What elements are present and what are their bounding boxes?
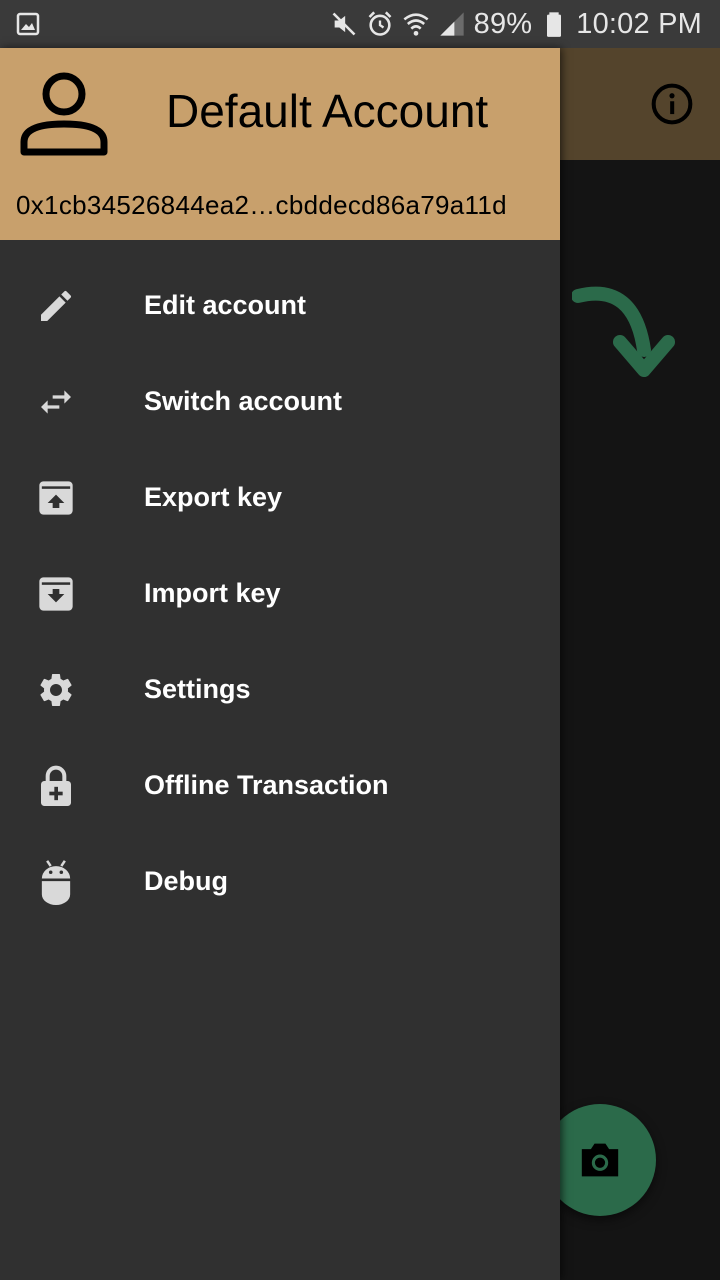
menu-item-offline-transaction[interactable]: Offline Transaction [0,738,560,834]
menu-item-debug[interactable]: Debug [0,834,560,930]
menu-item-settings[interactable]: Settings [0,642,560,738]
drawer-menu: Edit account Switch account Export key I… [0,258,560,930]
lock-plus-icon [36,765,76,806]
android-icon [36,860,76,905]
menu-item-label: Export key [144,482,283,512]
info-icon[interactable] [650,82,694,126]
camera-icon [581,1143,619,1177]
mute-icon [332,12,356,36]
camera-fab[interactable] [544,1104,656,1216]
menu-item-edit-account[interactable]: Edit account [0,258,560,354]
menu-item-label: Import key [144,578,281,608]
account-address: 0x1cb34526844ea2…cbddecd86a79a11d [16,190,507,220]
battery-icon [547,12,562,37]
menu-item-label: Debug [144,866,228,896]
clock: 10:02 PM [576,7,702,40]
status-bar: 89% 10:02 PM [0,0,720,48]
navigation-drawer: Default Account 0x1cb34526844ea2…cbddecd… [0,48,560,1280]
archive-upload-icon [36,478,76,518]
signal-icon [439,12,464,36]
menu-item-export-key[interactable]: Export key [0,450,560,546]
archive-download-icon [36,574,76,614]
gear-icon [36,670,76,710]
menu-item-label: Switch account [144,386,343,416]
pencil-icon [36,286,76,326]
wifi-icon [403,13,429,36]
swap-arrows-icon [36,382,76,422]
account-avatar-icon[interactable] [18,68,110,160]
curved-arrow-icon [572,286,675,377]
menu-item-label: Edit account [144,290,307,320]
menu-item-switch-account[interactable]: Switch account [0,354,560,450]
menu-item-label: Offline Transaction [144,770,389,800]
image-notification-icon [16,12,40,36]
menu-item-label: Settings [144,674,251,704]
drawer-header: Default Account 0x1cb34526844ea2…cbddecd… [0,48,560,240]
battery-percent: 89% [473,7,533,40]
account-name: Default Account [166,85,489,137]
menu-item-import-key[interactable]: Import key [0,546,560,642]
alarm-icon [368,11,392,36]
